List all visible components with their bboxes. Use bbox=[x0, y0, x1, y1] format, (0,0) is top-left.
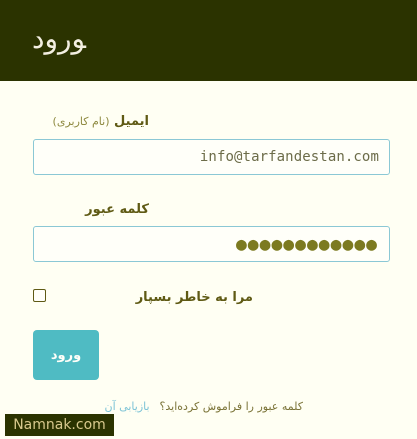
password-value: ●●●●●●●●●●●● bbox=[235, 233, 378, 255]
forgot-password-text: کلمه عبور را فراموش کرده‌اید؟ bbox=[159, 400, 303, 413]
password-field[interactable]: ●●●●●●●●●●●● bbox=[33, 226, 390, 262]
email-value: info@tarfandestan.com bbox=[199, 149, 379, 165]
email-field[interactable]: info@tarfandestan.com bbox=[33, 139, 390, 175]
header-bar: ﻮرود bbox=[0, 0, 417, 81]
remember-me-checkbox[interactable] bbox=[33, 289, 46, 302]
remember-me-label: مرا به خاطر بسپار bbox=[135, 290, 253, 305]
watermark: Namnak.com bbox=[5, 414, 114, 436]
recover-password-link[interactable]: بازیابی آن bbox=[105, 400, 150, 413]
site-logo: ﻮرود bbox=[32, 22, 86, 55]
login-button[interactable]: ورود bbox=[33, 330, 99, 380]
password-label: کلمه عبور bbox=[85, 202, 149, 218]
email-label-text: ایمیل bbox=[114, 114, 149, 129]
email-label: ایمیل (نام کاربری) bbox=[53, 114, 149, 130]
email-label-hint: (نام کاربری) bbox=[52, 115, 110, 128]
remember-me-row[interactable]: مرا به خاطر بسپار bbox=[33, 287, 253, 309]
password-label-text: کلمه عبور bbox=[85, 202, 149, 217]
